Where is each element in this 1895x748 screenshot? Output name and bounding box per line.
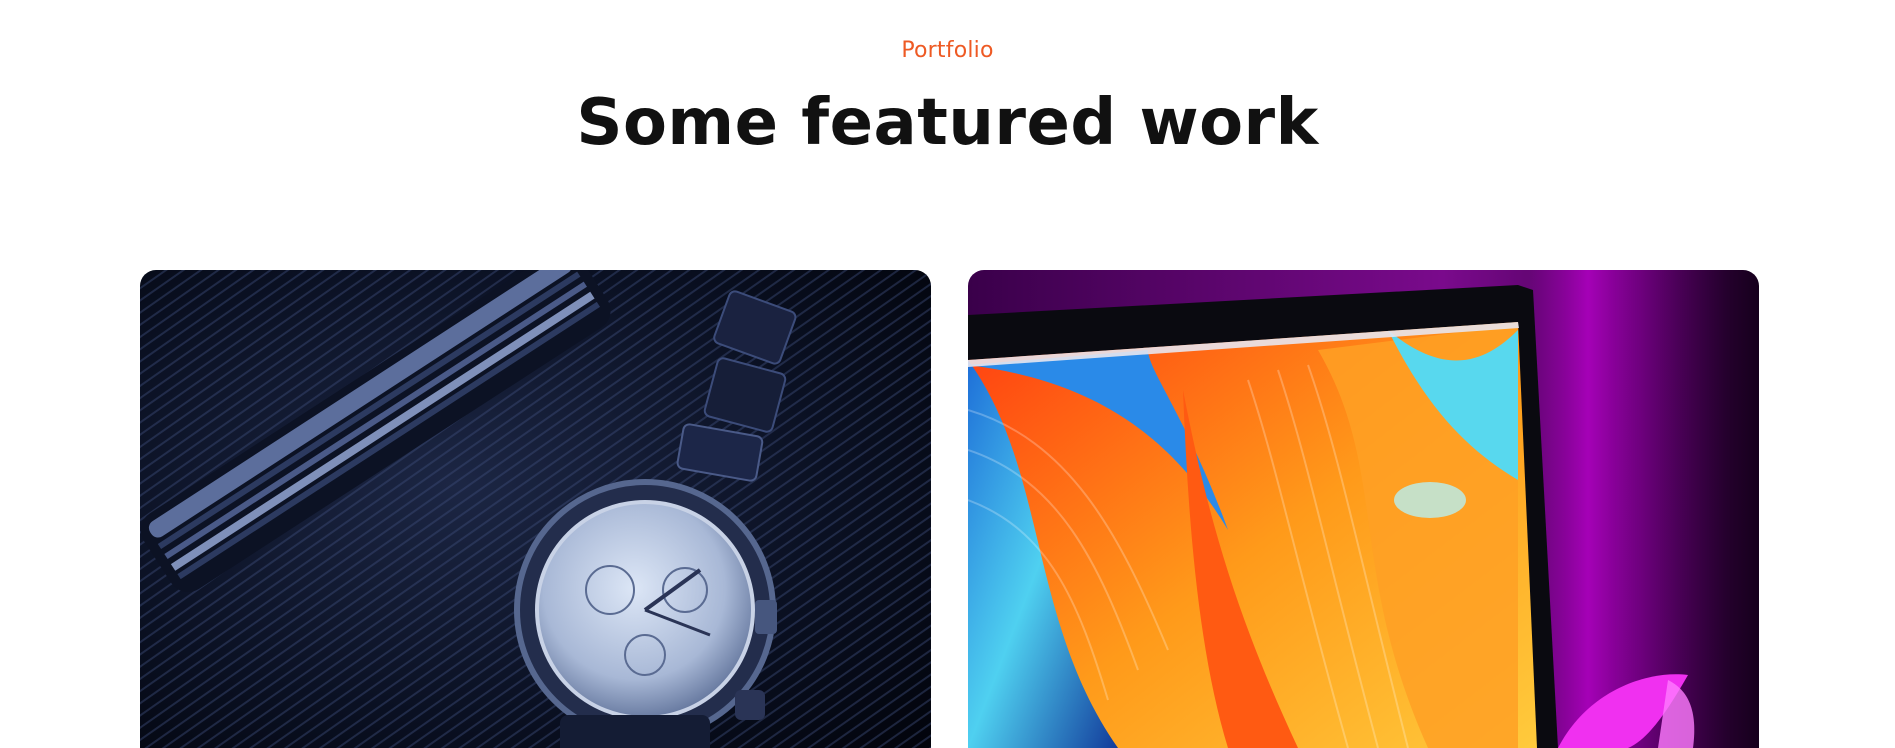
portfolio-card-watch[interactable]: [140, 270, 931, 748]
section-eyebrow: Portfolio: [901, 38, 994, 63]
portfolio-card-laptop[interactable]: [968, 270, 1759, 748]
laptop-photo: [968, 270, 1759, 748]
watch-photo: [140, 270, 931, 748]
section-title: Some featured work: [576, 86, 1319, 160]
